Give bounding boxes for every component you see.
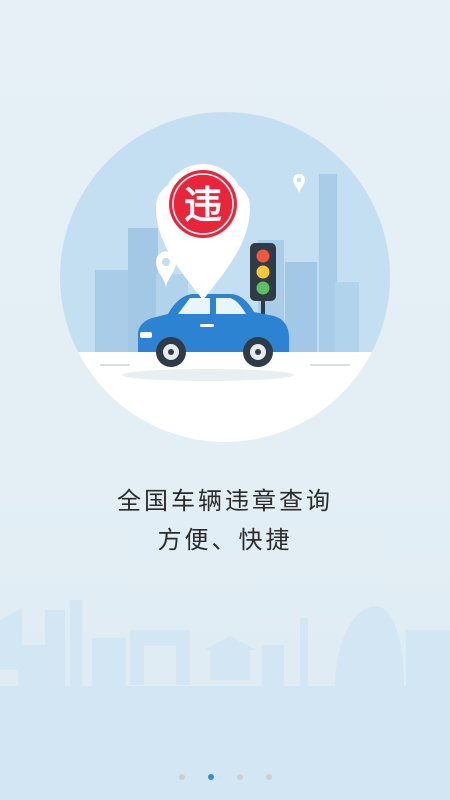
car-violation-illustration: 违: [60, 112, 390, 442]
onboarding-screen[interactable]: 违 全国车辆违章查询 方便、快捷: [0, 0, 450, 800]
page-dot-3[interactable]: [236, 774, 243, 780]
page-dot-2[interactable]: [207, 774, 214, 780]
tagline-subtitle: 方便、快捷: [157, 526, 293, 554]
page-dot-4[interactable]: [265, 774, 272, 780]
page-dot-1[interactable]: [178, 774, 185, 780]
violation-badge-text: 违: [184, 183, 222, 227]
page-indicator[interactable]: [0, 771, 450, 783]
tagline-title: 全国车辆违章查询: [117, 487, 333, 515]
city-skyline: [0, 600, 450, 800]
